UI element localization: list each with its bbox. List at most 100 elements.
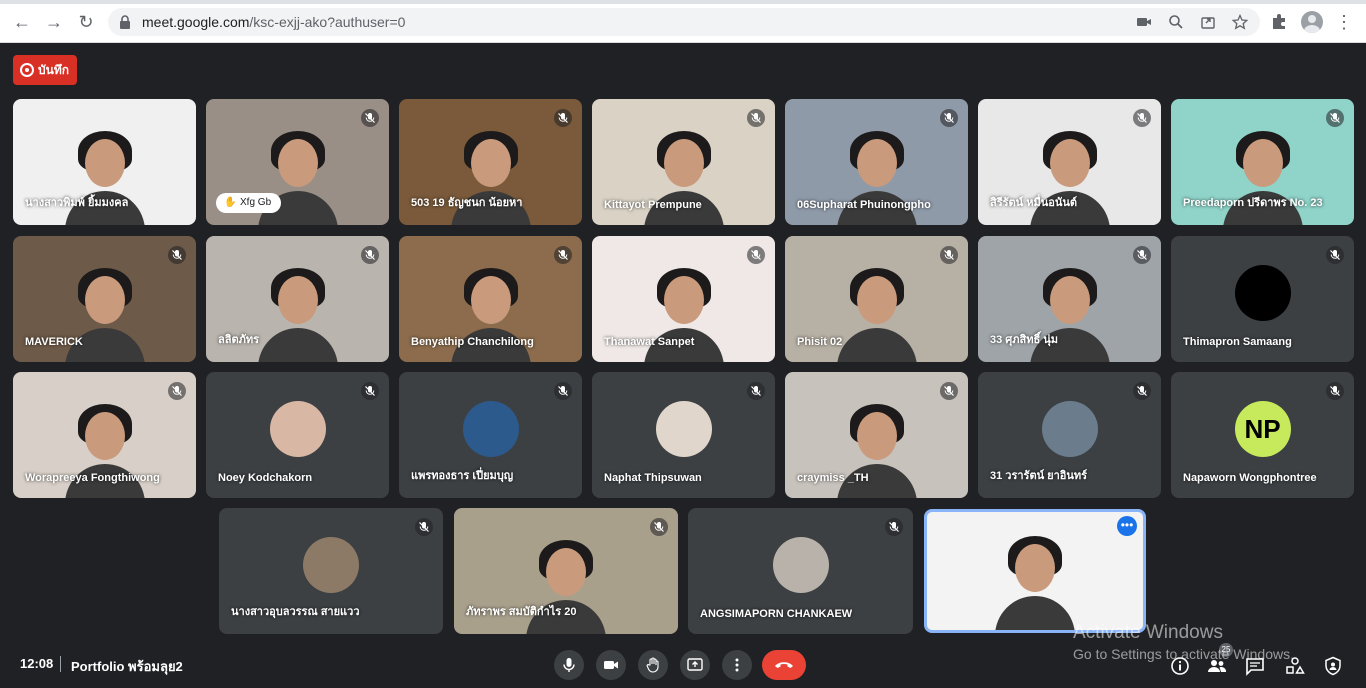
participant-name: 503 19 ธัญชนก น้อยหา [411, 197, 523, 209]
participant-tile[interactable]: 31 วรารัตน์ ยาอินทร์ [978, 372, 1161, 498]
address-bar[interactable]: meet.google.com/ksc-exjj-ako?authuser=0 [108, 8, 1260, 36]
participant-tile[interactable]: craymiss _TH [785, 372, 968, 498]
participant-name: Phisit 02 [797, 336, 843, 348]
activate-subtitle: Go to Settings to activate Windows. [1073, 646, 1294, 662]
participant-tile[interactable]: Xfg Gb [206, 99, 389, 225]
browser-toolbar: ← → ↻ meet.google.com/ksc-exjj-ako?authu… [0, 0, 1366, 43]
participant-tile[interactable]: สิรีรัตน์ หมื่นอนันต์ [978, 99, 1161, 225]
participant-avatar [303, 537, 359, 593]
participant-name: Naphat Thipsuwan [604, 472, 702, 484]
participant-tile[interactable]: Thimapron Samaang [1171, 236, 1354, 362]
participant-tile[interactable]: 33 ศุภสิทธิ์ นุ่ม [978, 236, 1161, 362]
participant-tile[interactable]: Phisit 02 [785, 236, 968, 362]
participant-tile[interactable]: Naphat Thipsuwan [592, 372, 775, 498]
participant-name: MAVERICK [25, 336, 83, 348]
camera-button[interactable] [596, 650, 626, 680]
participant-video [832, 262, 922, 362]
recording-indicator[interactable]: บันทึก [13, 55, 77, 85]
present-icon [687, 658, 703, 671]
lock-icon [120, 15, 130, 29]
participant-tile[interactable]: MAVERICK [13, 236, 196, 362]
meeting-title: Portfolio พร้อมลุย2 [71, 659, 183, 674]
participant-tile[interactable]: NP Napaworn Wongphontree [1171, 372, 1354, 498]
url-path: /ksc-exjj-ako?authuser=0 [249, 14, 406, 30]
participant-avatar [655, 401, 712, 457]
participant-name: Thimapron Samaang [1183, 336, 1292, 348]
participant-name: Kittayot Prempune [604, 199, 702, 211]
participant-name: ANGSIMAPORN CHANKAEW [700, 608, 853, 620]
mic-off-icon [650, 518, 668, 536]
participant-tile[interactable]: Preedaporn ปรีดาพร No. 23 [1171, 99, 1354, 225]
participant-tile[interactable]: 06Supharat Phuinongpho [785, 99, 968, 225]
activate-title: Activate Windows [1073, 622, 1223, 643]
mic-off-icon [554, 246, 572, 264]
participant-name: ภัทราพร สมบัติกำไร 20 [466, 606, 577, 618]
mic-off-icon [747, 382, 765, 400]
participant-video [253, 262, 343, 362]
participant-avatar [269, 401, 326, 457]
mic-off-icon [1133, 109, 1151, 127]
tile-options-icon[interactable]: ••• [1117, 516, 1137, 536]
leave-call-button[interactable] [762, 650, 806, 680]
mic-off-icon [885, 518, 903, 536]
mic-off-icon [361, 246, 379, 264]
participant-tile[interactable]: นางสาวอุบลวรรณ สายแวว [219, 508, 443, 634]
mic-off-icon [554, 109, 572, 127]
camera-icon[interactable] [1136, 14, 1152, 30]
participant-name: Napaworn Wongphontree [1183, 472, 1317, 484]
participant-tile[interactable]: ลลิตภัทร [206, 236, 389, 362]
participant-tile[interactable]: Benyathip Chanchilong [399, 236, 582, 362]
participant-name: craymiss _TH [797, 472, 869, 484]
raise-hand-button[interactable] [638, 650, 668, 680]
participant-avatar [1041, 401, 1098, 457]
back-icon[interactable]: ← [10, 10, 34, 34]
present-button[interactable] [680, 650, 710, 680]
participant-name: Benyathip Chanchilong [411, 336, 534, 348]
participant-name: นางสาวพิมพ์ ยิ้มมงคล [25, 197, 129, 209]
participant-name: นางสาวอุบลวรรณ สายแวว [231, 606, 360, 618]
mic-icon [563, 658, 575, 672]
participant-tile[interactable]: ANGSIMAPORN CHANKAEW [688, 508, 913, 634]
participant-tile[interactable]: Noey Kodchakorn [206, 372, 389, 498]
mic-off-icon [361, 382, 379, 400]
participant-name: ลลิตภัทร [218, 334, 260, 346]
participant-name: แพรทองธาร เปี่ยมบุญ [411, 470, 514, 482]
participant-tile[interactable]: ภัทราพร สมบัติกำไร 20 [454, 508, 678, 634]
end-call-icon [775, 662, 793, 668]
chrome-menu-icon[interactable]: ⋮ [1332, 10, 1356, 34]
share-icon[interactable] [1200, 14, 1216, 30]
forward-icon[interactable]: → [42, 10, 66, 34]
participant-avatar [772, 537, 829, 593]
mic-off-icon [747, 246, 765, 264]
mic-off-icon [168, 382, 186, 400]
mic-off-icon [940, 109, 958, 127]
participant-tile[interactable]: แพรทองธาร เปี่ยมบุญ [399, 372, 582, 498]
participant-avatar [462, 401, 519, 457]
participant-tile[interactable]: นางสาวพิมพ์ ยิ้มมงคล [13, 99, 196, 225]
participant-name: Noey Kodchakorn [218, 472, 313, 484]
participant-tile[interactable]: Kittayot Prempune [592, 99, 775, 225]
participant-tile[interactable]: Thanawat Sanpet [592, 236, 775, 362]
mic-off-icon [168, 246, 186, 264]
video-icon [604, 661, 618, 669]
mic-off-icon [940, 246, 958, 264]
extensions-icon[interactable] [1268, 10, 1290, 32]
profile-avatar[interactable] [1301, 11, 1323, 33]
recording-label: บันทึก [38, 63, 69, 77]
participant-tile[interactable]: ••• [924, 509, 1146, 633]
star-icon[interactable] [1232, 14, 1248, 30]
meeting-time: 12:08 [20, 656, 54, 671]
tab-strip [0, 0, 1366, 4]
participant-tile[interactable]: 503 19 ธัญชนก น้อยหา [399, 99, 582, 225]
raised-hand-badge: Xfg Gb [216, 193, 282, 213]
zoom-icon[interactable] [1168, 14, 1184, 30]
mic-button[interactable] [554, 650, 584, 680]
mic-off-icon [1326, 246, 1344, 264]
mic-off-icon [1326, 382, 1344, 400]
participant-tile[interactable]: Worapreeya Fongthiwong [13, 372, 196, 498]
mic-off-icon [1326, 109, 1344, 127]
participant-name: Preedaporn ปรีดาพร No. 23 [1183, 197, 1323, 209]
host-controls-icon[interactable] [1323, 656, 1343, 676]
more-options-button[interactable] [722, 650, 752, 680]
reload-icon[interactable]: ↻ [74, 10, 98, 34]
